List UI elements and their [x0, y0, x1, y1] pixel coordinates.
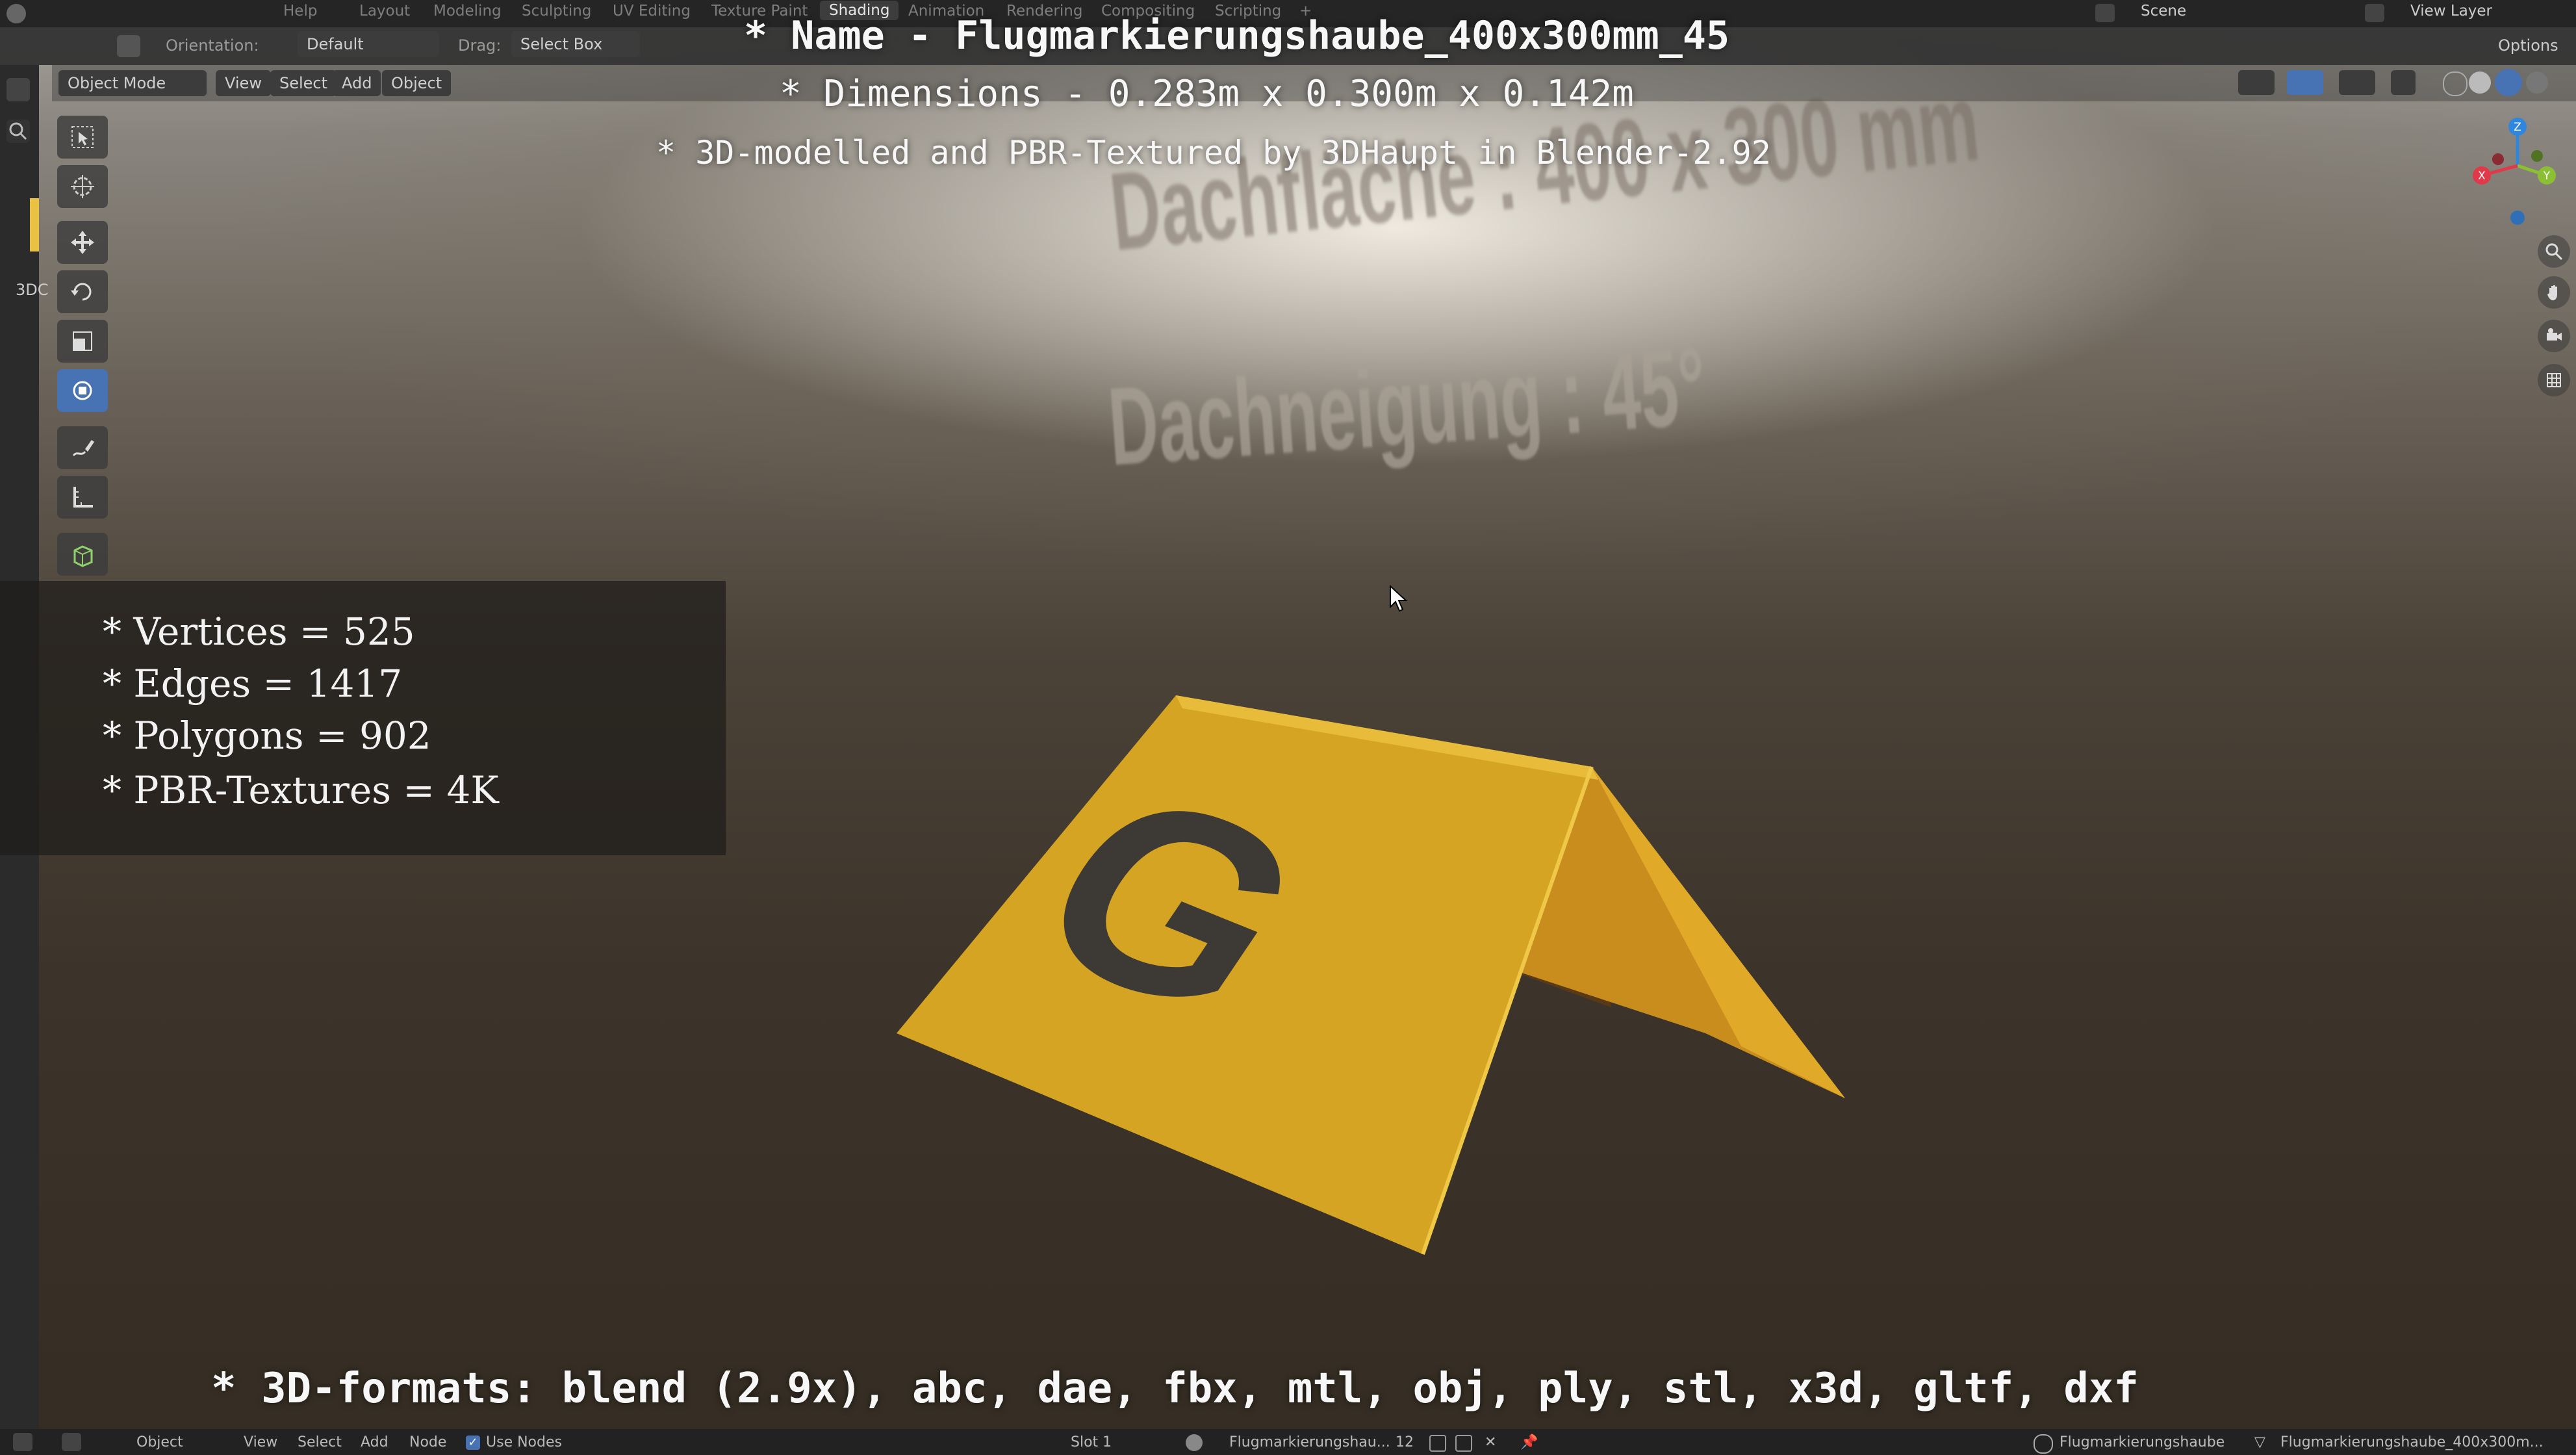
menu-help[interactable]: Help: [283, 3, 317, 19]
object-mode-dropdown[interactable]: Object Mode: [58, 70, 207, 96]
use-nodes-label: Use Nodes: [486, 1434, 562, 1450]
transform-icon: [73, 381, 92, 400]
solid-shading-icon[interactable]: [2469, 71, 2491, 94]
view-menu[interactable]: View: [244, 1434, 277, 1450]
model-name-caption: * Name - Flugmarkierungshaube_400x300mm_…: [744, 13, 1730, 58]
mesh-stats-panel: * Vertices = 525 * Edges = 1417 * Polygo…: [0, 581, 726, 855]
pan-hand-icon[interactable]: [2538, 276, 2570, 309]
material-shading-icon[interactable]: [2495, 69, 2522, 96]
object-menu[interactable]: Object: [382, 70, 452, 96]
editor-type-icon[interactable]: [6, 78, 30, 101]
transform-tool[interactable]: [57, 369, 108, 412]
drag-label: Drag:: [458, 36, 502, 55]
tab-modeling[interactable]: Modeling: [433, 3, 502, 19]
view-layer-field[interactable]: View Layer: [2410, 3, 2492, 19]
object-type-dropdown[interactable]: Object: [136, 1434, 183, 1450]
gizmo-toggle-icon[interactable]: [2287, 70, 2323, 95]
rotate-tool[interactable]: [57, 270, 108, 313]
move-arrows-icon: [71, 231, 94, 254]
shader-type-icon[interactable]: [62, 1433, 81, 1451]
cursor-select-icon: [71, 126, 94, 148]
ortho-grid-icon[interactable]: [2538, 364, 2570, 396]
move-tool[interactable]: [57, 221, 108, 264]
drag-dropdown[interactable]: Select Box: [511, 31, 640, 57]
cube-add-icon: [73, 545, 93, 567]
crosshair-icon: [71, 175, 94, 198]
scale-icon: [73, 331, 92, 351]
view-layer-icon[interactable]: [2365, 4, 2384, 22]
duplicate-material-icon[interactable]: [1455, 1435, 1472, 1452]
xray-toggle-icon[interactable]: [2391, 70, 2416, 95]
edges-stat: * Edges = 1417: [103, 662, 403, 706]
editor-type-icon[interactable]: [13, 1433, 32, 1451]
material-name-field[interactable]: Flugmarkierungshau...: [1229, 1434, 1390, 1450]
rotate-icon: [71, 283, 92, 301]
node-menu[interactable]: Node: [409, 1434, 446, 1450]
fake-user-icon[interactable]: [1429, 1435, 1446, 1452]
visibility-icon[interactable]: [2238, 70, 2275, 95]
pencil-icon: [72, 440, 94, 457]
wireframe-shading-icon[interactable]: [2443, 71, 2468, 96]
active-tool-icon[interactable]: [117, 35, 140, 57]
camera-view-icon[interactable]: [2538, 320, 2570, 352]
dimensions-caption: * Dimensions - 0.283m x 0.300m x 0.142m: [780, 73, 1634, 115]
view-menu[interactable]: View: [216, 70, 271, 96]
unlink-material-icon[interactable]: ✕: [1485, 1434, 1496, 1450]
tool-shelf: [52, 116, 114, 584]
overlay-toggle-icon[interactable]: [2339, 70, 2375, 95]
options-dropdown[interactable]: Options: [2498, 36, 2558, 55]
zoom-icon[interactable]: [2538, 235, 2570, 268]
orientation-label: Orientation:: [166, 36, 259, 55]
orientation-dropdown[interactable]: Default: [298, 31, 439, 57]
timeline-marker: [30, 198, 39, 251]
tab-sculpting[interactable]: Sculpting: [522, 3, 591, 19]
vertices-stat: * Vertices = 525: [103, 610, 415, 654]
credit-caption: * 3D-modelled and PBR-Textured by 3DHaup…: [656, 134, 1771, 172]
material-sphere-icon[interactable]: [1186, 1434, 1203, 1451]
select-menu[interactable]: Select: [270, 70, 337, 96]
shader-editor-header: Object View Select Add Node ✓ Use Nodes …: [0, 1429, 2576, 1455]
active-mesh-name: Flugmarkierungshaube_400x300m...: [2280, 1434, 2544, 1450]
ruler-icon: [73, 487, 93, 508]
cursor-tool[interactable]: [57, 165, 108, 208]
add-menu[interactable]: Add: [361, 1434, 389, 1450]
active-object-name: Flugmarkierungshaube: [2060, 1434, 2225, 1450]
mesh-filter-icon: ▽: [2254, 1434, 2265, 1450]
svg-text:Z: Z: [2514, 121, 2521, 134]
search-icon[interactable]: [6, 120, 30, 143]
use-nodes-checkbox[interactable]: ✓: [466, 1436, 480, 1450]
select-box-tool[interactable]: [57, 116, 108, 159]
svg-text:Y: Y: [2543, 170, 2551, 183]
tab-layout[interactable]: Layout: [359, 3, 410, 19]
scene-selector-icon[interactable]: [2095, 4, 2115, 22]
navigation-gizmo[interactable]: Z Y X: [2462, 110, 2573, 227]
scale-tool[interactable]: [57, 320, 108, 363]
formats-caption: * 3D-formats: blend (2.9x), abc, dae, fb…: [211, 1365, 2139, 1413]
measure-tool[interactable]: [57, 476, 108, 519]
scene-name-field[interactable]: Scene: [2141, 3, 2186, 19]
add-cube-tool[interactable]: [57, 533, 108, 576]
pin-icon[interactable]: 📌: [1520, 1434, 1538, 1450]
polygons-stat: * Polygons = 902: [103, 714, 431, 758]
annotate-tool[interactable]: [57, 426, 108, 469]
material-users-count[interactable]: 12: [1396, 1434, 1414, 1450]
add-menu[interactable]: Add: [333, 70, 381, 96]
mouse-cursor-icon: [1390, 585, 1408, 612]
tab-uv-editing[interactable]: UV Editing: [613, 3, 691, 19]
svg-text:X: X: [2478, 170, 2486, 183]
textures-stat: * PBR-Textures = 4K: [103, 768, 499, 812]
rendered-shading-icon[interactable]: [2526, 71, 2548, 94]
select-menu[interactable]: Select: [298, 1434, 342, 1450]
side-label: 3DC: [16, 281, 49, 299]
object-icon: [2034, 1434, 2053, 1454]
slot-dropdown[interactable]: Slot 1: [1071, 1434, 1112, 1450]
